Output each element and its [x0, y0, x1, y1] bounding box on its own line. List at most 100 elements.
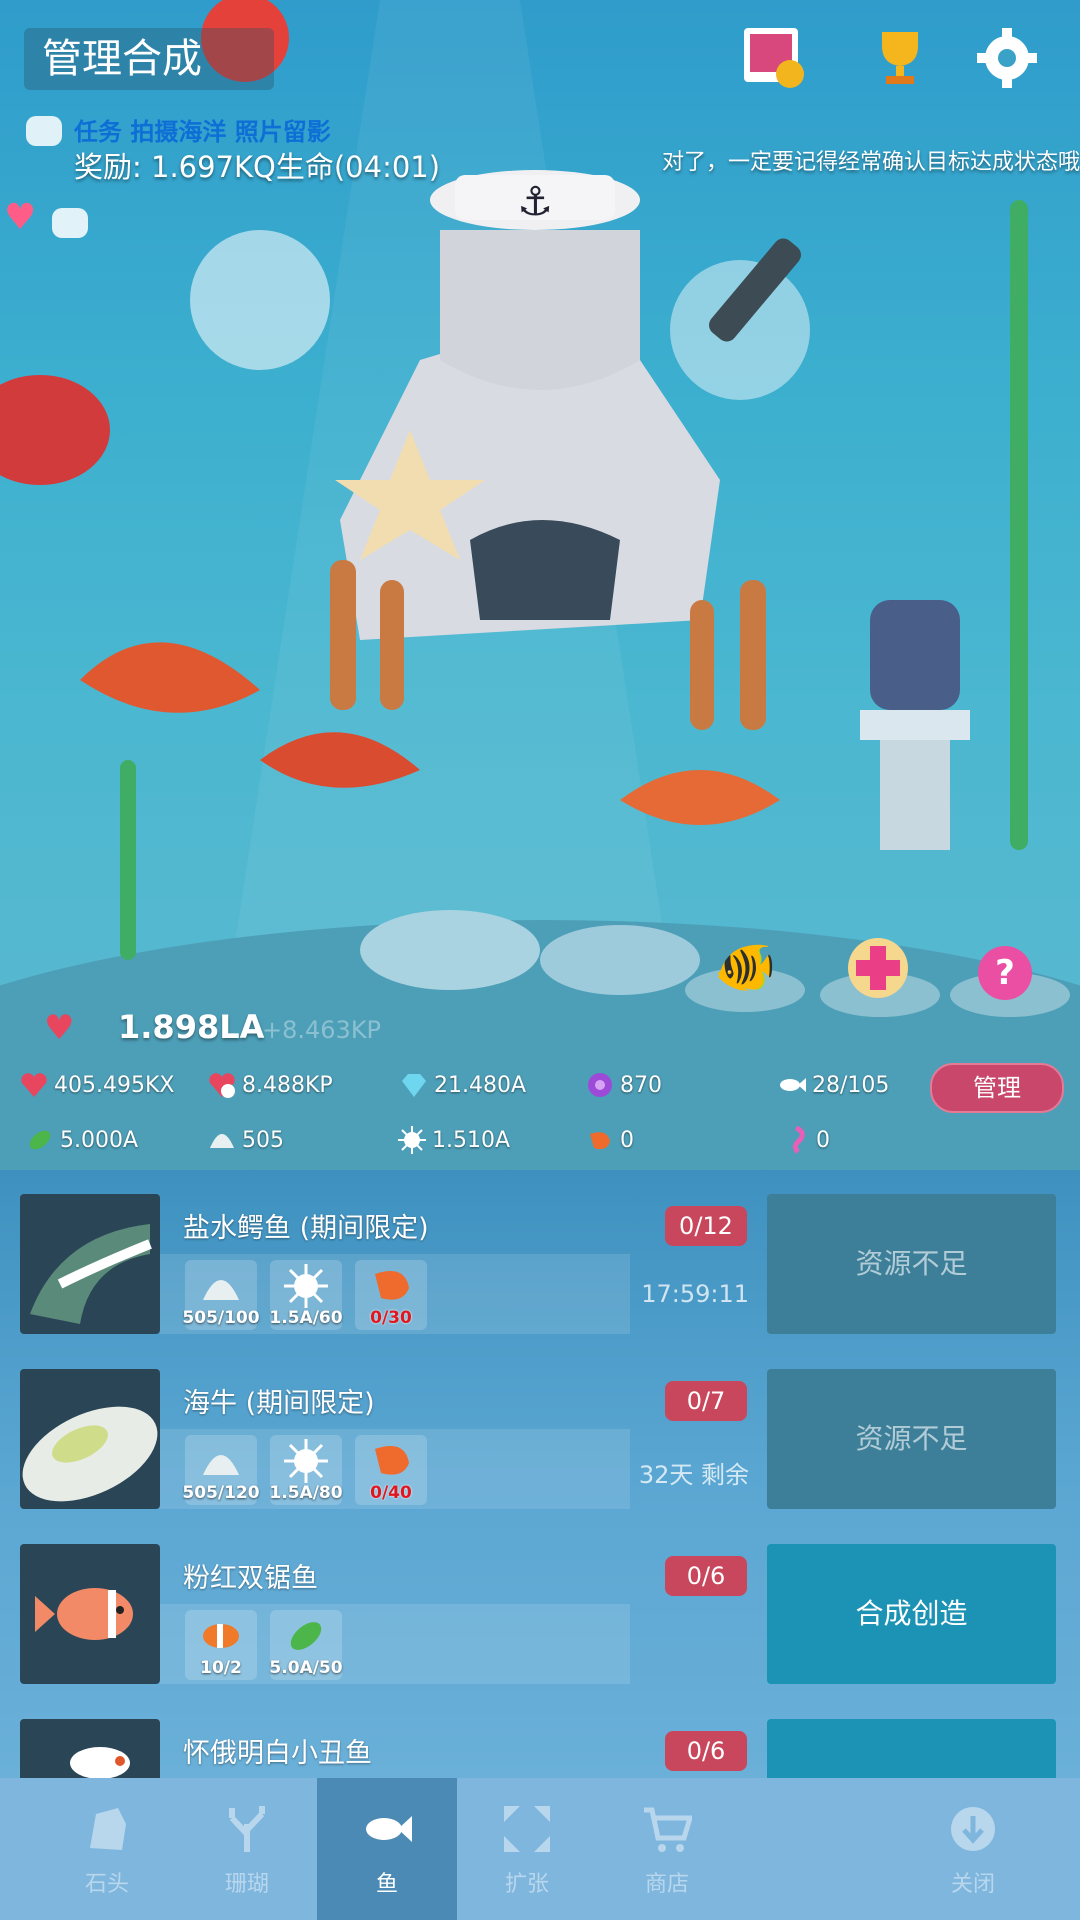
- rock-icon: [82, 1804, 132, 1854]
- requirement-clownfish: 10/2: [185, 1610, 257, 1680]
- resource-value: 505: [242, 1127, 284, 1153]
- craft-button[interactable]: [767, 1719, 1056, 1778]
- life-rate: +8.463KP: [262, 1016, 382, 1044]
- cart-icon: [642, 1804, 694, 1854]
- resource-fish-count: 28/105: [778, 1071, 889, 1099]
- shrimp-icon: [586, 1126, 614, 1154]
- fish-list[interactable]: 盐水鳄鱼 (期间限定) 0/12 505/100 1.5A/60 0/30 17…: [0, 1170, 1080, 1778]
- mission-reward: 奖励: 1.697KQ生命(04:01): [74, 150, 441, 184]
- fish-icon: [362, 1804, 412, 1854]
- requirement-value: 5.0A/50: [269, 1658, 343, 1678]
- tab-label: 石头: [84, 1872, 129, 1897]
- resource-value: 405.495KX: [54, 1072, 175, 1098]
- page-title: 管理合成: [24, 28, 274, 90]
- resource-leaf: 5.000A: [26, 1126, 138, 1154]
- fish-card: 海牛 (期间限定) 0/7 505/120 1.5A/80 0/40 32天 剩…: [20, 1369, 1056, 1509]
- resource-value: 0: [620, 1127, 634, 1153]
- life-total: 1.898LA: [118, 1008, 265, 1046]
- heart-clock-icon: [208, 1071, 236, 1099]
- requirement-value: 0/40: [370, 1483, 412, 1503]
- tab-fish[interactable]: 鱼: [317, 1778, 457, 1920]
- resource-urchin: 1.510A: [398, 1126, 510, 1154]
- trophy-icon[interactable]: [868, 26, 932, 90]
- fish-count-badge: 0/6: [665, 1556, 747, 1596]
- tab-expand[interactable]: 扩张: [457, 1778, 597, 1920]
- diamond-icon: [400, 1071, 428, 1099]
- life-heart-icon: ♥: [44, 1008, 75, 1048]
- fish-count-badge: 0/12: [665, 1206, 747, 1246]
- requirement-value: 1.5A/60: [269, 1308, 343, 1328]
- svg-text:⚓: ⚓: [517, 179, 553, 225]
- tab-label: 扩张: [504, 1872, 549, 1897]
- fish-icon: [778, 1071, 806, 1099]
- fish-count-badge: 0/7: [665, 1381, 747, 1421]
- requirement-leaf: 5.0A/50: [269, 1610, 343, 1680]
- requirement-urchin: 1.5A/60: [269, 1260, 343, 1330]
- add-fish-icon[interactable]: [848, 938, 908, 998]
- heart-icon[interactable]: ♥: [4, 200, 44, 236]
- camera-icon[interactable]: [52, 208, 88, 238]
- coral-icon: [222, 1804, 272, 1854]
- fish-name: 盐水鳄鱼 (期间限定): [183, 1213, 429, 1244]
- photo-album-icon[interactable]: [742, 26, 806, 90]
- requirement-value: 505/100: [182, 1308, 260, 1328]
- aquarium-scene[interactable]: ⚓ 管理合成 任务 拍摄海洋 照片留影 奖励: 1.697KQ生命(04:01)…: [0, 0, 1080, 1170]
- resource-value: 0: [816, 1127, 830, 1153]
- fish-card: 盐水鳄鱼 (期间限定) 0/12 505/100 1.5A/60 0/30 17…: [20, 1194, 1056, 1334]
- resource-value: 870: [620, 1072, 662, 1098]
- fish-count-badge: 0/6: [665, 1731, 747, 1771]
- shell-icon: [208, 1126, 236, 1154]
- camera-icon[interactable]: [26, 116, 62, 146]
- resource-value: 8.488KP: [242, 1072, 333, 1098]
- resource-shell: 505: [208, 1126, 284, 1154]
- tab-coral[interactable]: 珊瑚: [177, 1778, 317, 1920]
- leaf-icon: [26, 1126, 54, 1154]
- bottom-nav: 石头 珊瑚 鱼 扩张 商店 关闭: [0, 1778, 1080, 1920]
- craft-button[interactable]: 资源不足: [767, 1369, 1056, 1509]
- clownfish-shop-icon[interactable]: 🐠: [714, 938, 776, 997]
- fish-thumbnail: [20, 1719, 160, 1778]
- close-down-icon: [948, 1804, 998, 1854]
- tab-shop[interactable]: 商店: [597, 1778, 737, 1920]
- fish-timer: 32天 剩余: [638, 1461, 749, 1489]
- resource-heart-tap: 405.495KX: [20, 1071, 174, 1099]
- fish-name: 怀俄明白小丑鱼: [183, 1738, 372, 1769]
- resource-row-1: 405.495KX 8.488KP 21.480A 870 28/105: [0, 1061, 1080, 1111]
- manage-button[interactable]: 管理: [930, 1063, 1064, 1113]
- fish-card: 粉红双锯鱼 0/6 10/2 5.0A/50 合成创造: [20, 1544, 1056, 1684]
- resource-value: 1.510A: [432, 1127, 511, 1153]
- resource-value: 21.480A: [434, 1072, 527, 1098]
- tip-text: 对了，一定要记得经常确认目标达成状态哦: [661, 150, 1080, 175]
- craft-button[interactable]: 合成创造: [767, 1544, 1056, 1684]
- fish-thumbnail: [20, 1369, 160, 1509]
- requirement-shell: 505/100: [182, 1260, 260, 1330]
- mystery-icon[interactable]: ?: [978, 946, 1032, 1000]
- resource-shrimp: 0: [586, 1126, 634, 1154]
- fish-name: 粉红双锯鱼: [183, 1563, 318, 1594]
- gear-icon[interactable]: [975, 26, 1039, 90]
- fish-timer: 17:59:11: [641, 1280, 749, 1308]
- requirement-urchin: 1.5A/80: [269, 1435, 343, 1505]
- requirement-value: 10/2: [200, 1658, 242, 1678]
- fish-card: 怀俄明白小丑鱼 0/6: [20, 1719, 1056, 1778]
- tab-label: 商店: [644, 1872, 689, 1897]
- craft-button[interactable]: 资源不足: [767, 1194, 1056, 1334]
- seahorse-icon: [782, 1125, 810, 1154]
- requirement-value: 0/30: [370, 1308, 412, 1328]
- requirement-value: 1.5A/80: [269, 1483, 343, 1503]
- expand-icon: [502, 1804, 552, 1854]
- tab-rock[interactable]: 石头: [37, 1778, 177, 1920]
- requirement-shell: 505/120: [182, 1435, 260, 1505]
- tab-close[interactable]: 关闭: [903, 1778, 1043, 1920]
- mission-text: 任务 拍摄海洋 照片留影: [74, 118, 331, 146]
- fish-thumbnail: [20, 1544, 160, 1684]
- requirement-value: 505/120: [182, 1483, 260, 1503]
- pearl-icon: [586, 1071, 614, 1099]
- urchin-icon: [398, 1126, 426, 1154]
- resource-value: 28/105: [812, 1072, 890, 1098]
- resource-value: 5.000A: [60, 1127, 139, 1153]
- heart-tap-icon: [20, 1071, 48, 1099]
- tab-label: 鱼: [375, 1872, 398, 1897]
- resource-seahorse: 0: [782, 1125, 830, 1154]
- resource-heart-clock: 8.488KP: [208, 1071, 333, 1099]
